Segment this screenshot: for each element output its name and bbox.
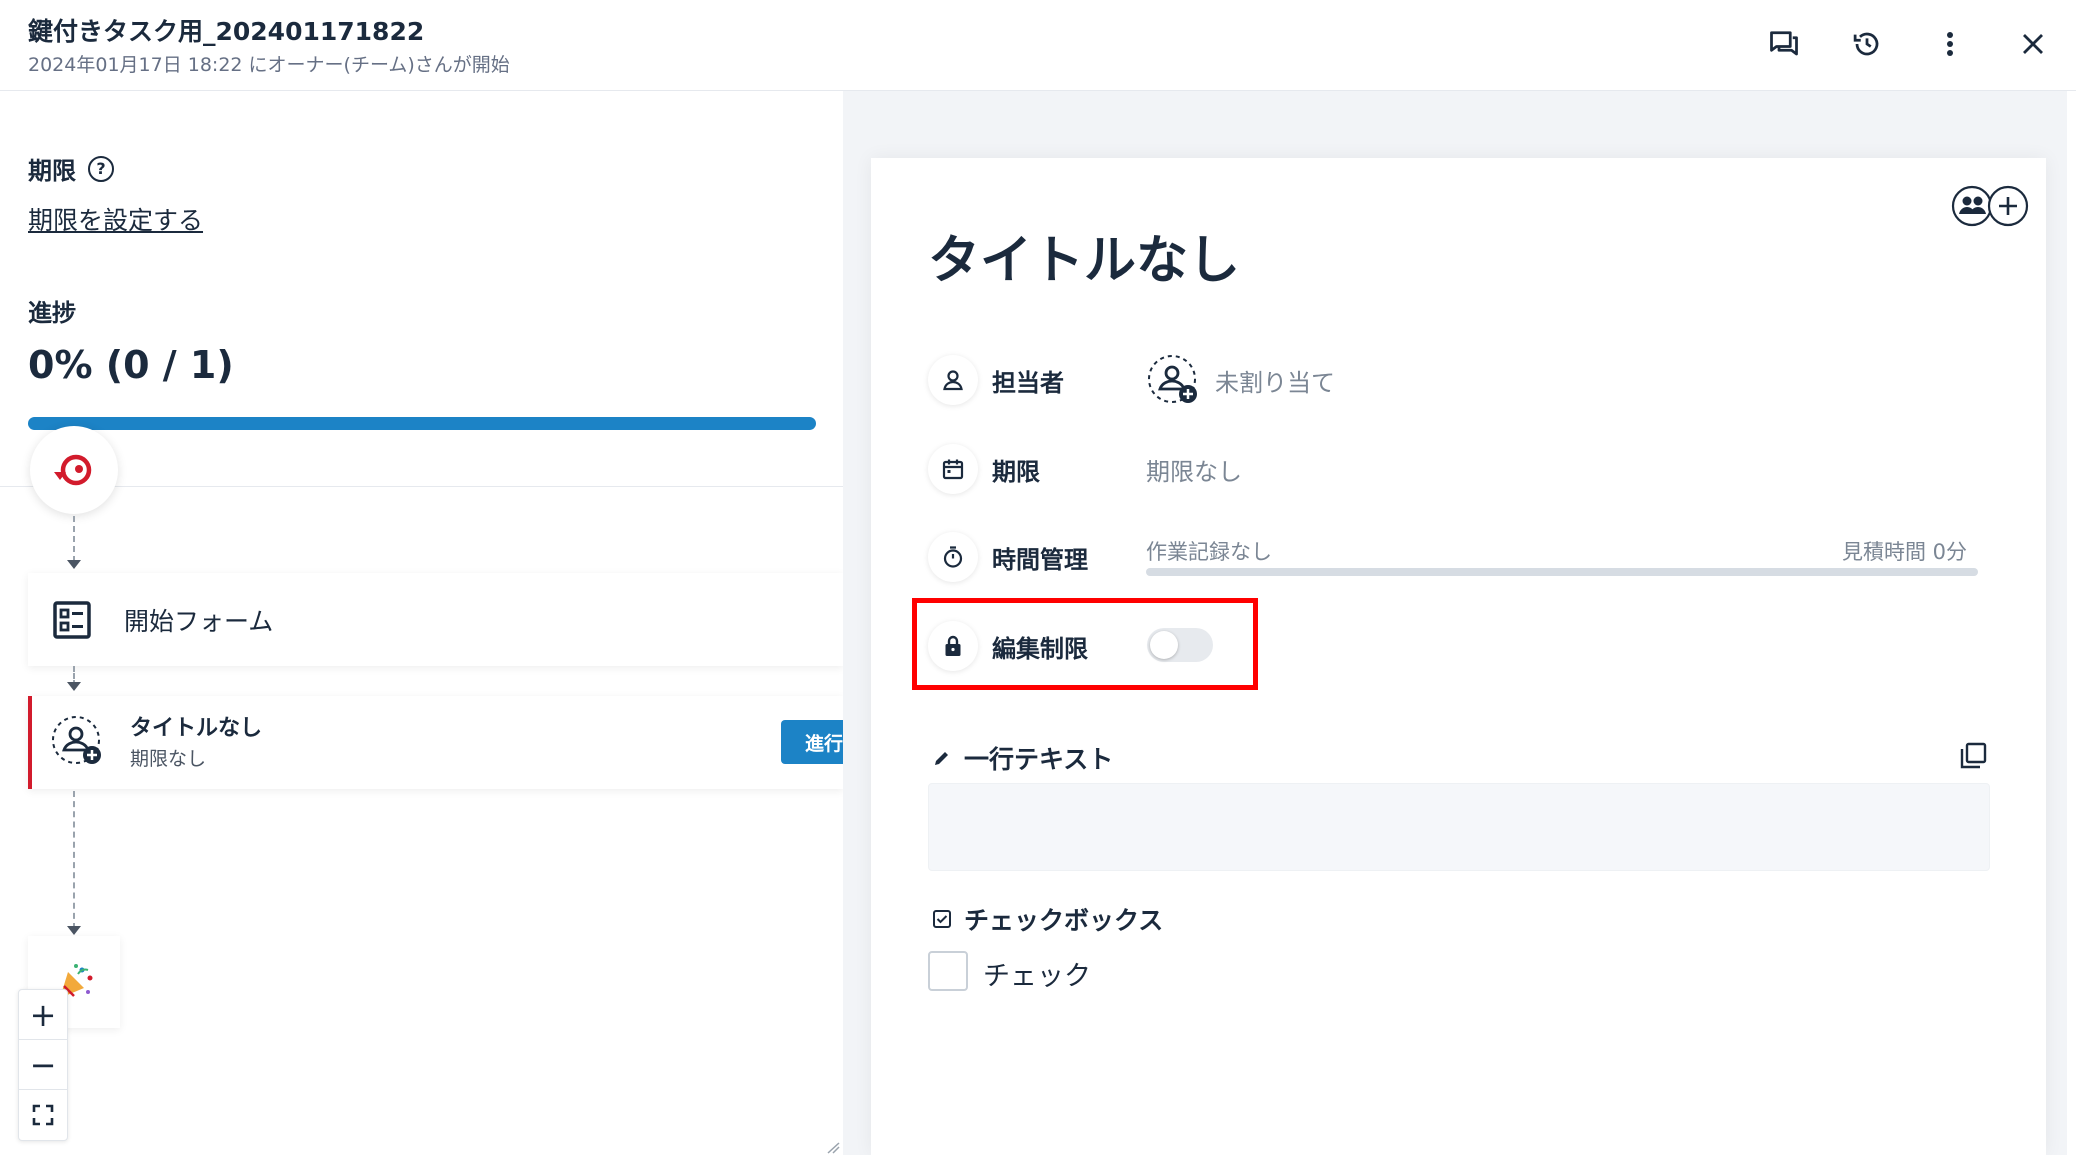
task-title[interactable]: タイトルなし (928, 218, 1240, 293)
history-icon[interactable] (1845, 22, 1889, 66)
time-estimate-text[interactable]: 見積時間 0分 (1842, 536, 1967, 566)
assignee-row: 担当者 未割り当て (928, 355, 1335, 405)
person-icon (928, 355, 978, 405)
workflow-title: 鍵付きタスク用_202401171822 (28, 17, 425, 46)
deadline-label: 期限 (992, 457, 1040, 486)
calendar-icon (928, 444, 978, 494)
dialog-header: 鍵付きタスク用_202401171822 2024年01月17日 18:22 に… (0, 0, 2076, 91)
time-record-text[interactable]: 作業記録なし (1146, 536, 1272, 566)
zoom-controls: + − (18, 989, 68, 1141)
time-management-row: 時間管理 (928, 532, 1088, 582)
time-label: 時間管理 (992, 545, 1088, 574)
flow-node-start-form[interactable]: 開始フォーム (28, 573, 843, 666)
highlight-box (912, 598, 1258, 690)
checkbox-field-label: チェックボックス (964, 906, 1164, 935)
checkbox-field-header: チェックボックス (932, 901, 1163, 937)
set-deadline-link[interactable]: 期限を設定する (28, 201, 203, 237)
copy-icon[interactable] (1958, 741, 1988, 771)
zoom-in-button[interactable]: + (19, 990, 67, 1040)
more-vert-icon[interactable] (1928, 22, 1972, 66)
fullscreen-icon (32, 1104, 54, 1126)
deadline-section-label: 期限 ? (28, 151, 114, 186)
zoom-out-button[interactable]: − (19, 1040, 67, 1090)
assignee-value[interactable]: 未割り当て (1215, 363, 1335, 398)
start-form-label: 開始フォーム (124, 606, 274, 636)
start-logo-icon (54, 454, 92, 486)
form-icon (53, 600, 91, 639)
fit-view-button[interactable] (19, 1090, 67, 1140)
flow-node-task[interactable]: タイトルなし 期限なし 進行 (28, 696, 861, 789)
resize-handle-icon[interactable] (826, 1142, 840, 1154)
time-progress-bar (1146, 568, 1978, 576)
flow-arrow (67, 926, 81, 935)
deadline-row: 期限 期限なし (928, 444, 1242, 494)
progress-value: 0% (0 / 1) (28, 343, 234, 387)
text-field-header: 一行テキスト (932, 740, 1113, 776)
comments-icon[interactable] (1762, 22, 1806, 66)
close-icon[interactable] (2011, 22, 2055, 66)
flow-connector (73, 516, 75, 562)
divider (0, 486, 843, 487)
task-node-deadline: 期限なし (130, 748, 207, 770)
scroll-edge (2067, 91, 2076, 1155)
progress-heading: 進捗 (28, 299, 76, 327)
check-checkbox[interactable] (928, 951, 968, 991)
deadline-heading: 期限 (28, 157, 76, 185)
pencil-icon (935, 752, 948, 765)
text-field-input[interactable] (928, 783, 1990, 871)
flow-arrow (67, 560, 81, 569)
checkbox-option-label[interactable]: チェック (983, 954, 1091, 993)
assign-user-icon[interactable] (1146, 353, 1200, 407)
timer-icon (928, 532, 978, 582)
flow-arrow (67, 682, 81, 691)
assignee-label: 担当者 (992, 368, 1064, 397)
flow-connector (73, 791, 75, 929)
help-icon[interactable]: ? (88, 155, 114, 182)
deadline-value[interactable]: 期限なし (1146, 452, 1242, 487)
flow-start-node[interactable] (30, 426, 118, 514)
unassigned-user-icon (52, 716, 101, 764)
progress-bar (28, 417, 816, 430)
text-field-label: 一行テキスト (964, 745, 1114, 774)
workflow-subtitle: 2024年01月17日 18:22 にオーナー(チーム)さんが開始 (28, 54, 510, 76)
checkbox-icon (933, 910, 951, 928)
task-node-title: タイトルなし (130, 716, 263, 741)
add-group-icon[interactable] (1951, 184, 2029, 228)
